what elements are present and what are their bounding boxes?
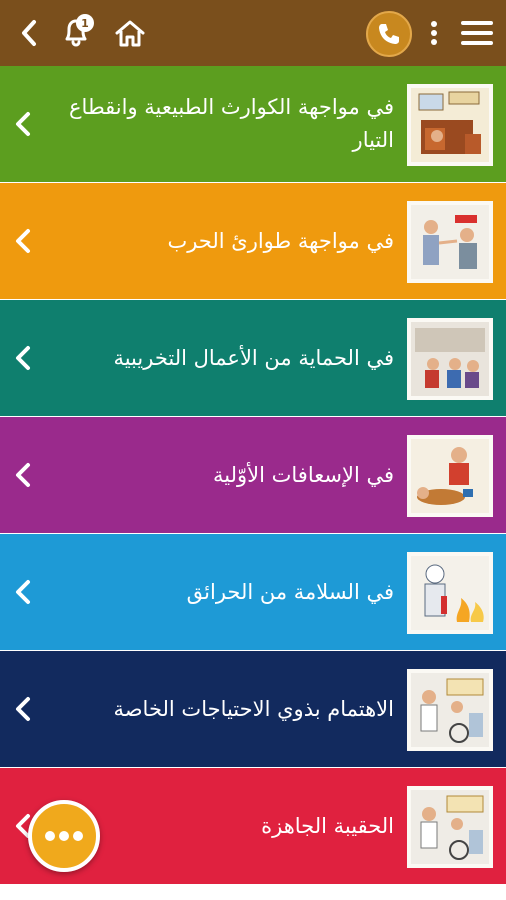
item-label: في السلامة من الحرائق [186,579,394,604]
ready-bag-illustration [407,786,493,868]
chevron-left-icon [12,344,34,372]
first-aid-illustration [407,435,493,517]
item-label: في الإسعافات الأوّلية [213,462,394,487]
more-options-fab[interactable] [28,800,100,872]
chevron-left-icon[interactable] [14,16,44,50]
special-needs-illustration [407,669,493,751]
chevron-left-icon [12,695,34,723]
item-label: في مواجهة الكوارث الطبيعية وانقطاع التيا… [69,95,394,152]
chevron-left-icon [12,110,34,138]
more-vertical-icon[interactable] [424,16,444,50]
top-app-bar: 1 [0,0,506,66]
list-item-war-emergency[interactable]: في مواجهة طوارئ الحرب [0,183,506,299]
chevron-left-icon [12,578,34,606]
sabotage-protection-illustration [407,318,493,400]
natural-disasters-illustration [407,84,493,166]
notifications-button[interactable]: 1 [56,12,96,52]
ellipsis-icon [45,831,83,841]
list-item-fire-safety[interactable]: في السلامة من الحرائق [0,534,506,650]
list-item-special-needs[interactable]: الاهتمام بذوي الاحتياجات الخاصة [0,651,506,767]
fire-safety-illustration [407,552,493,634]
list-item-natural-disasters[interactable]: في مواجهة الكوارث الطبيعية وانقطاع التيا… [0,66,506,182]
war-emergency-illustration [407,201,493,283]
item-label: الحقيبة الجاهزة [261,813,394,838]
notification-count-badge: 1 [76,14,94,32]
chevron-left-icon [12,461,34,489]
list-item-first-aid[interactable]: في الإسعافات الأوّلية [0,417,506,533]
item-label: في مواجهة طوارئ الحرب [167,228,394,253]
hamburger-menu-icon[interactable] [458,16,496,50]
item-label: في الحماية من الأعمال التخريبية [113,345,394,370]
chevron-left-icon [12,227,34,255]
phone-icon[interactable] [366,11,412,57]
home-icon[interactable] [110,14,150,52]
list-item-sabotage-protection[interactable]: في الحماية من الأعمال التخريبية [0,300,506,416]
item-label: الاهتمام بذوي الاحتياجات الخاصة [113,696,394,721]
